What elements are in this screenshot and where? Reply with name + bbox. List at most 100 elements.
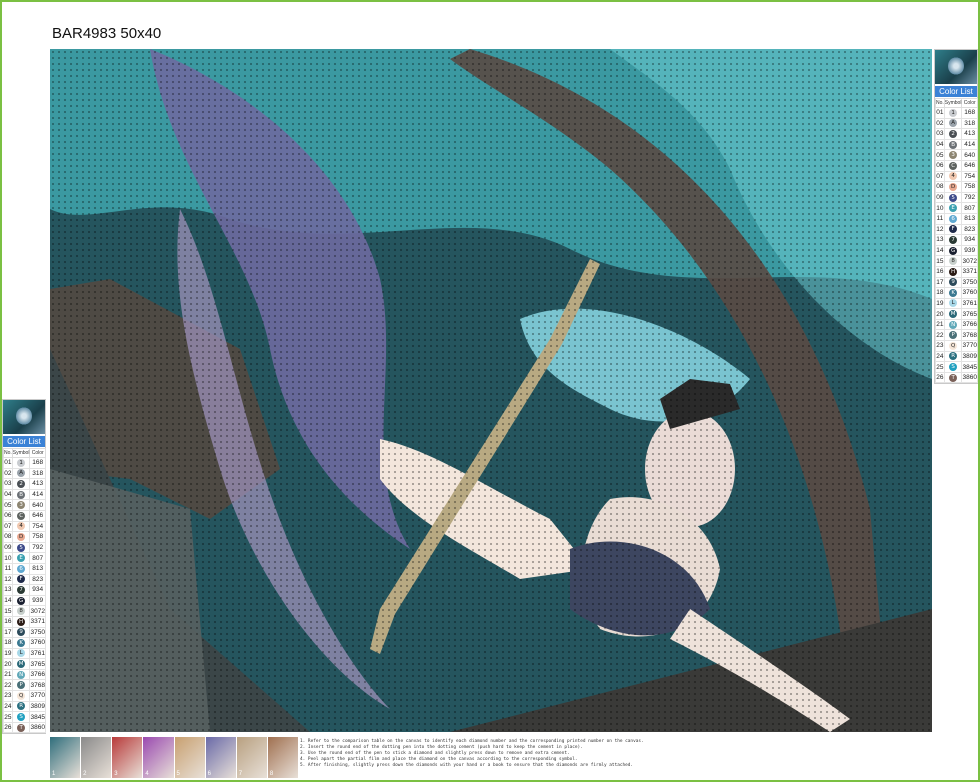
color-symbol: L [11, 647, 31, 660]
color-symbol: H [11, 615, 31, 628]
color-symbol: M [943, 308, 963, 320]
color-row: 03 2 413 [3, 478, 46, 490]
symbol-swatch: 1 [17, 458, 26, 467]
color-code: 758 [961, 181, 978, 193]
symbol-swatch: C [17, 511, 26, 520]
color-symbol: S [943, 361, 963, 373]
color-code: 3860 [29, 721, 46, 734]
color-code: 168 [961, 107, 978, 119]
symbol-swatch: 9 [949, 278, 958, 287]
step-thumbnail: 3 [112, 737, 143, 778]
color-number: 06 [935, 159, 945, 172]
preview-thumbnail [3, 400, 45, 434]
color-number: 13 [3, 584, 13, 596]
color-code: 3845 [29, 711, 46, 723]
symbol-swatch: L [949, 299, 958, 308]
color-row: 17 9 3750 [935, 276, 978, 289]
color-number: 19 [3, 647, 13, 660]
color-code: 3072 [29, 605, 46, 617]
color-number: 03 [3, 478, 13, 490]
color-row: 12 F 823 [935, 223, 978, 236]
symbol-swatch: 4 [949, 172, 958, 181]
color-row: 10 E 807 [935, 202, 978, 214]
color-code: 754 [29, 520, 46, 533]
color-code: 413 [961, 128, 978, 140]
color-number: 17 [935, 276, 945, 289]
col-no: No. [3, 448, 13, 458]
color-symbol: 3 [943, 149, 963, 161]
color-row: 01 1 168 [935, 107, 978, 119]
color-row: 16 H 3371 [935, 265, 978, 278]
color-code: 3845 [961, 361, 978, 373]
color-code: 646 [961, 159, 978, 172]
color-list-header: Color List [3, 436, 45, 447]
color-number: 09 [935, 191, 945, 204]
color-symbol: 8 [943, 255, 963, 267]
color-symbol: G [11, 594, 31, 607]
color-row: 15 8 3072 [3, 605, 46, 617]
color-symbol: C [11, 509, 31, 522]
symbol-swatch: 9 [17, 628, 26, 637]
color-number: 22 [3, 679, 13, 692]
color-code: 3768 [961, 329, 978, 342]
instructions-text: 1. Refer to the comparison table on the … [300, 739, 930, 769]
color-code: 318 [29, 467, 46, 480]
color-row: 23 Q 3770 [3, 690, 46, 702]
color-symbol: N [943, 318, 963, 331]
color-symbol: 5 [11, 541, 31, 554]
color-number: 21 [3, 668, 13, 681]
color-code: 939 [29, 594, 46, 607]
color-symbol: P [11, 679, 31, 692]
color-symbol: 6 [943, 212, 963, 225]
color-row: 02 A 318 [935, 117, 978, 130]
color-symbol: F [943, 223, 963, 236]
color-row: 06 C 646 [3, 509, 46, 522]
color-symbol: 2 [11, 478, 31, 490]
symbol-swatch: B [949, 140, 958, 149]
color-code: 754 [961, 170, 978, 183]
symbol-swatch: N [949, 320, 958, 329]
color-row: 08 D 758 [3, 531, 46, 543]
color-symbol: B [943, 138, 963, 151]
color-symbol: M [11, 658, 31, 670]
color-number: 15 [935, 255, 945, 267]
color-number: 16 [3, 615, 13, 628]
color-symbol: 5 [943, 191, 963, 204]
instruction-line: 5. After finishing, slightly press down … [300, 763, 634, 769]
col-color: Color [961, 98, 978, 108]
color-row: 23 Q 3770 [935, 340, 978, 352]
symbol-swatch: G [17, 596, 26, 605]
color-symbol: F [11, 573, 31, 586]
color-code: 3809 [961, 350, 978, 363]
color-row: 07 4 754 [935, 170, 978, 183]
color-row: 15 8 3072 [935, 255, 978, 267]
color-number: 02 [3, 467, 13, 480]
color-row: 16 H 3371 [3, 615, 46, 628]
color-list-header: Color List [935, 86, 977, 97]
color-number: 02 [935, 117, 945, 130]
symbol-swatch: N [17, 670, 26, 679]
color-code: 934 [961, 234, 978, 246]
color-row: 26 T 3860 [935, 371, 978, 384]
symbol-swatch: S [17, 713, 26, 722]
color-symbol: S [11, 711, 31, 723]
color-symbol: D [943, 181, 963, 193]
color-row: 18 K 3760 [3, 637, 46, 649]
color-number: 08 [3, 531, 13, 543]
symbol-swatch: L [17, 649, 26, 658]
color-code: 640 [29, 499, 46, 511]
color-symbol: A [943, 117, 963, 130]
color-code: 934 [29, 584, 46, 596]
color-number: 05 [935, 149, 945, 161]
col-color: Color [29, 448, 46, 458]
color-row: 02 A 318 [3, 467, 46, 480]
color-symbol: C [943, 159, 963, 172]
symbol-swatch: 5 [17, 543, 26, 552]
color-row: 17 9 3750 [3, 626, 46, 639]
color-code: 813 [961, 212, 978, 225]
symbol-swatch: S [949, 363, 958, 372]
color-code: 3766 [961, 318, 978, 331]
color-number: 23 [3, 690, 13, 702]
step-thumbnail: 5 [174, 737, 205, 778]
color-code: 646 [29, 509, 46, 522]
